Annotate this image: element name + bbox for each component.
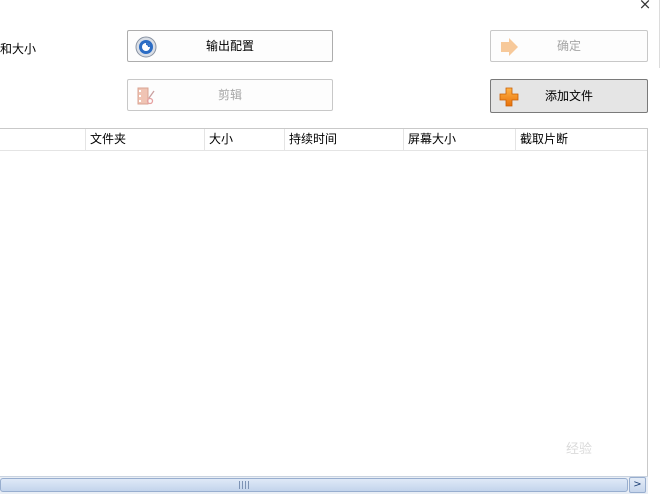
column-header-screen-size[interactable]: 屏幕大小 (404, 129, 516, 150)
column-header-name[interactable] (0, 129, 86, 150)
scrollbar-grip-icon (239, 481, 249, 489)
add-file-label: 添加文件 (544, 89, 593, 103)
column-header-folder[interactable]: 文件夹 (86, 129, 205, 150)
scrollbar-thumb[interactable] (0, 478, 628, 492)
confirm-button[interactable]: 确定 (490, 30, 648, 62)
horizontal-scrollbar[interactable]: > (0, 476, 648, 494)
output-config-label: 输出配置 (205, 39, 254, 53)
output-config-button[interactable]: 输出配置 (127, 30, 333, 62)
scroll-right-button[interactable]: > (629, 477, 646, 493)
column-header-clip[interactable]: 截取片断 (516, 129, 647, 150)
file-table: 文件夹 大小 持续时间 屏幕大小 截取片断 (0, 128, 648, 478)
add-file-button[interactable]: 添加文件 (490, 79, 648, 113)
size-label: 和大小 (0, 42, 37, 56)
edit-label: 剪辑 (217, 88, 242, 102)
divider (659, 0, 660, 68)
table-header: 文件夹 大小 持续时间 屏幕大小 截取片断 (0, 129, 647, 151)
close-button[interactable]: × (637, 0, 653, 12)
edit-button[interactable]: 剪辑 (127, 79, 333, 111)
watermark: 经验 (566, 442, 593, 457)
column-header-duration[interactable]: 持续时间 (285, 129, 404, 150)
confirm-label: 确定 (556, 39, 581, 53)
column-header-size[interactable]: 大小 (205, 129, 285, 150)
